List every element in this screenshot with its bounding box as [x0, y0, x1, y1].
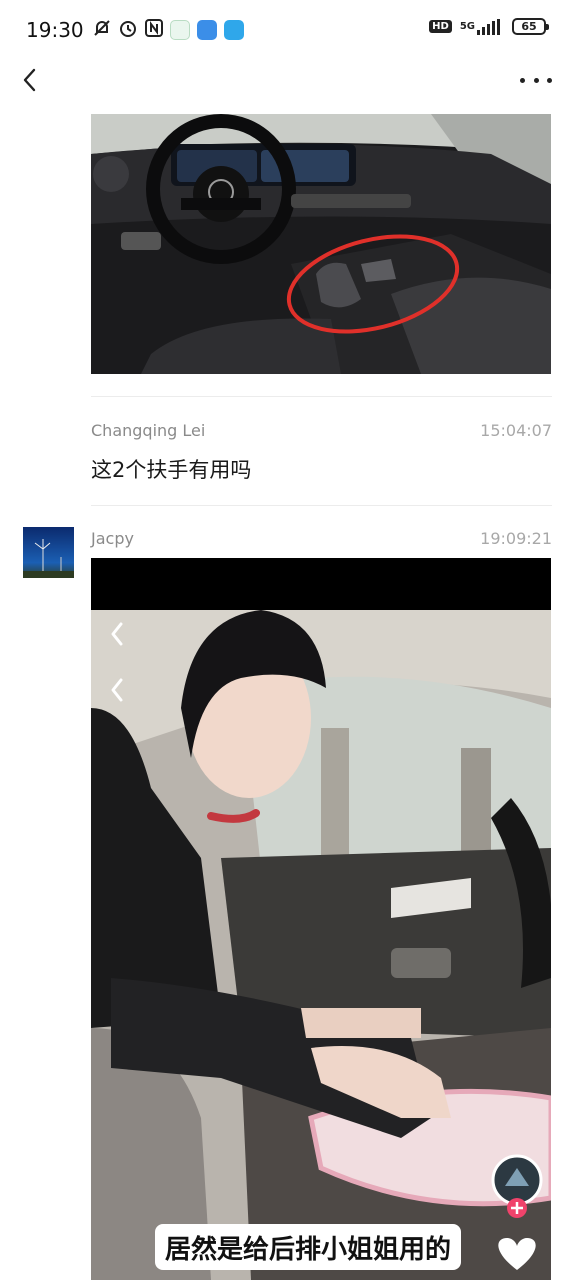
alarm-icon — [118, 18, 138, 43]
cloud-app-icon — [196, 20, 217, 40]
divider — [91, 396, 552, 397]
signal-icon — [477, 18, 502, 35]
battery-level: 65 — [521, 20, 537, 33]
video-screenshot[interactable]: 居然是给后排小姐姐用的 — [91, 558, 551, 1280]
comment-author[interactable]: Changqing Lei — [91, 421, 205, 440]
status-bar: 19:30 HD 5G 65 — [0, 0, 576, 60]
divider — [91, 505, 552, 506]
video-caption: 居然是给后排小姐姐用的 — [155, 1224, 462, 1270]
nav-bar — [0, 60, 576, 104]
avatar[interactable] — [23, 527, 74, 578]
hd-badge: HD — [429, 20, 452, 33]
chevron-left-icon[interactable] — [16, 64, 48, 96]
battery-icon: 65 — [512, 18, 549, 35]
comment-text: 这2个扶手有用吗 — [91, 458, 252, 482]
network-type: 5G — [459, 20, 475, 32]
mute-bell-icon — [92, 18, 112, 43]
weather-app-icon — [223, 20, 244, 40]
more-dots-icon[interactable] — [520, 66, 552, 94]
comment-time: 19:09:21 — [480, 529, 552, 548]
status-time: 19:30 — [26, 18, 84, 42]
calendar-app-icon — [169, 20, 190, 40]
nfc-icon — [144, 18, 164, 43]
video-caption-text: 居然是给后排小姐姐用的 — [165, 1234, 452, 1265]
comment-time: 15:04:07 — [480, 421, 552, 440]
comment-author[interactable]: Jacpy — [91, 529, 134, 548]
car-interior-photo[interactable] — [91, 114, 551, 374]
status-right: HD 5G 65 — [429, 18, 549, 35]
